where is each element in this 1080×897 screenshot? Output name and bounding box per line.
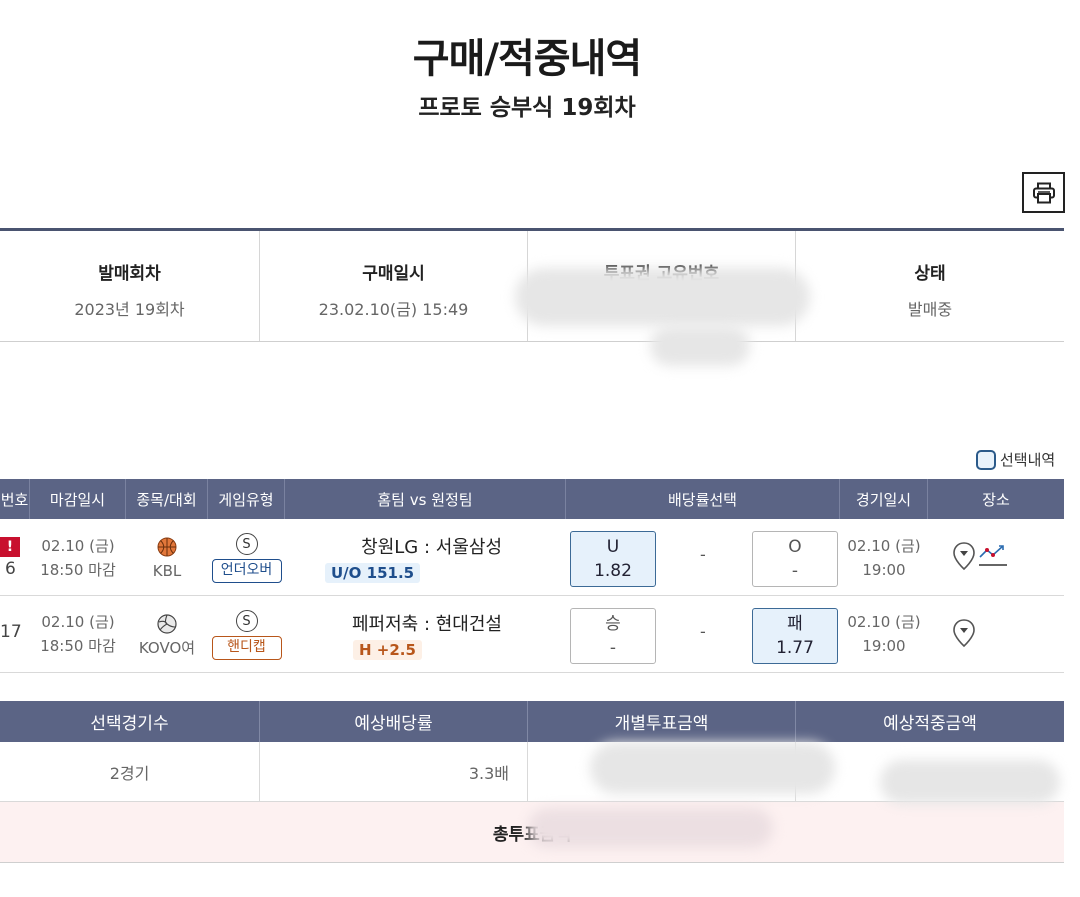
odd-label: 패 (787, 614, 803, 634)
summary-col-expected-win: 예상적중금액 (883, 714, 977, 734)
redaction-blur (650, 326, 750, 366)
deadline-time: 18:50 마감 (40, 637, 116, 655)
single-game-mark: S (235, 610, 258, 632)
games-table-header: 번호 마감일시 종목/대회 게임유형 홈팀 vs 원정팀 배당률선택 경기일시 … (0, 479, 1064, 519)
odd-draw: - (700, 622, 706, 641)
col-date: 경기일시 (840, 479, 928, 519)
selected-only-label: 선택내역 (1000, 451, 1056, 469)
col-deadline: 마감일시 (30, 479, 126, 519)
selected-only-checkbox[interactable] (976, 449, 996, 470)
alert-badge: ! (0, 537, 20, 557)
league-name: KOVO여 (138, 639, 196, 657)
info-status-value: 발매중 (907, 300, 953, 319)
info-round: 발매회차 2023년 19회차 (0, 231, 260, 341)
game-number: 17 (0, 622, 22, 642)
page-subtitle: 프로토 승부식 19회차 (418, 95, 636, 121)
game-type-tag: 핸디캡 (211, 636, 282, 660)
summary-col-bet-amount: 개별투표금액 (528, 701, 796, 742)
league-name: KBL (152, 562, 182, 580)
game-time: 19:00 (862, 637, 906, 655)
match-teams: 창원LG : 서울삼성 (361, 537, 502, 558)
info-round-label: 발매회차 (98, 264, 161, 284)
deadline-date: 02.10 (금) (41, 537, 115, 555)
odd-value: 1.82 (594, 561, 632, 581)
col-sport: 종목/대회 (126, 479, 208, 519)
redaction-blur (880, 760, 1060, 804)
printer-icon (1032, 182, 1055, 203)
trend-chart-icon[interactable] (978, 543, 1008, 567)
odd-draw: - (700, 545, 706, 564)
game-date: 02.10 (금) (847, 537, 921, 555)
summary-games-count: 2경기 (0, 742, 260, 801)
odd-value: - (609, 638, 617, 658)
info-status-label: 상태 (914, 264, 946, 284)
basketball-icon (157, 537, 177, 557)
summary-odds: 3.3배 (260, 742, 528, 801)
info-round-value: 2023년 19회차 (74, 300, 185, 319)
game-row[interactable]: 17 02.10 (금) 18:50 마감 KOVO여 S 핸디캡 페퍼저축 :… (0, 596, 1064, 673)
col-place: 장소 (982, 490, 1010, 509)
single-game-mark: S (235, 533, 258, 555)
summary-col-games: 선택경기수 (0, 701, 260, 742)
redaction-blur (528, 808, 773, 848)
odd-value: - (791, 561, 799, 581)
summary-col-odds: 예상배당률 (260, 701, 528, 742)
odd-label: U (606, 537, 620, 557)
odd-option-home[interactable]: U 1.82 (570, 531, 656, 587)
game-row[interactable]: ! 6 02.10 (금) 18:50 마감 KBL S 언더오버 창원LG :… (0, 519, 1064, 596)
odd-option-home[interactable]: 승 - (570, 608, 656, 664)
handicap-value: H +2.5 (353, 640, 422, 660)
info-purchase-date-label: 구매일시 (362, 264, 425, 284)
volleyball-icon (157, 614, 177, 634)
redaction-blur (515, 268, 810, 326)
odd-label: O (788, 537, 802, 557)
match-teams: 페퍼저축 : 현대건설 (352, 614, 502, 635)
summary-header: 선택경기수 예상배당률 개별투표금액 예상적중금액 (0, 701, 1064, 742)
location-pin-icon[interactable] (952, 541, 976, 571)
selected-only-toggle[interactable]: 선택내역 (976, 449, 1055, 470)
col-match: 홈팀 vs 원정팀 (285, 479, 566, 519)
odd-label: 승 (605, 614, 621, 634)
info-purchase-date: 구매일시 23.02.10(금) 15:49 (260, 231, 528, 341)
odd-option-away[interactable]: O - (752, 531, 838, 587)
location-pin-icon[interactable] (952, 618, 976, 648)
print-button[interactable] (1022, 172, 1065, 213)
redaction-blur (590, 742, 835, 794)
col-no: 번호 (0, 479, 30, 519)
page-title: 구매/적중내역 (412, 36, 642, 82)
info-status: 상태 발매중 (796, 231, 1064, 341)
game-time: 19:00 (862, 561, 906, 579)
odd-option-away[interactable]: 패 1.77 (752, 608, 838, 664)
col-odds: 배당률선택 (566, 479, 840, 519)
handicap-value: U/O 151.5 (325, 563, 421, 583)
deadline-time: 18:50 마감 (40, 561, 116, 579)
games-table: 번호 마감일시 종목/대회 게임유형 홈팀 vs 원정팀 배당률선택 경기일시 … (0, 479, 1064, 673)
game-number: 6 (5, 559, 16, 579)
game-type-tag: 언더오버 (211, 559, 282, 583)
col-type: 게임유형 (208, 479, 285, 519)
info-purchase-date-value: 23.02.10(금) 15:49 (318, 300, 469, 319)
deadline-date: 02.10 (금) (41, 613, 115, 631)
game-date: 02.10 (금) (847, 613, 921, 631)
odd-value: 1.77 (776, 638, 814, 658)
